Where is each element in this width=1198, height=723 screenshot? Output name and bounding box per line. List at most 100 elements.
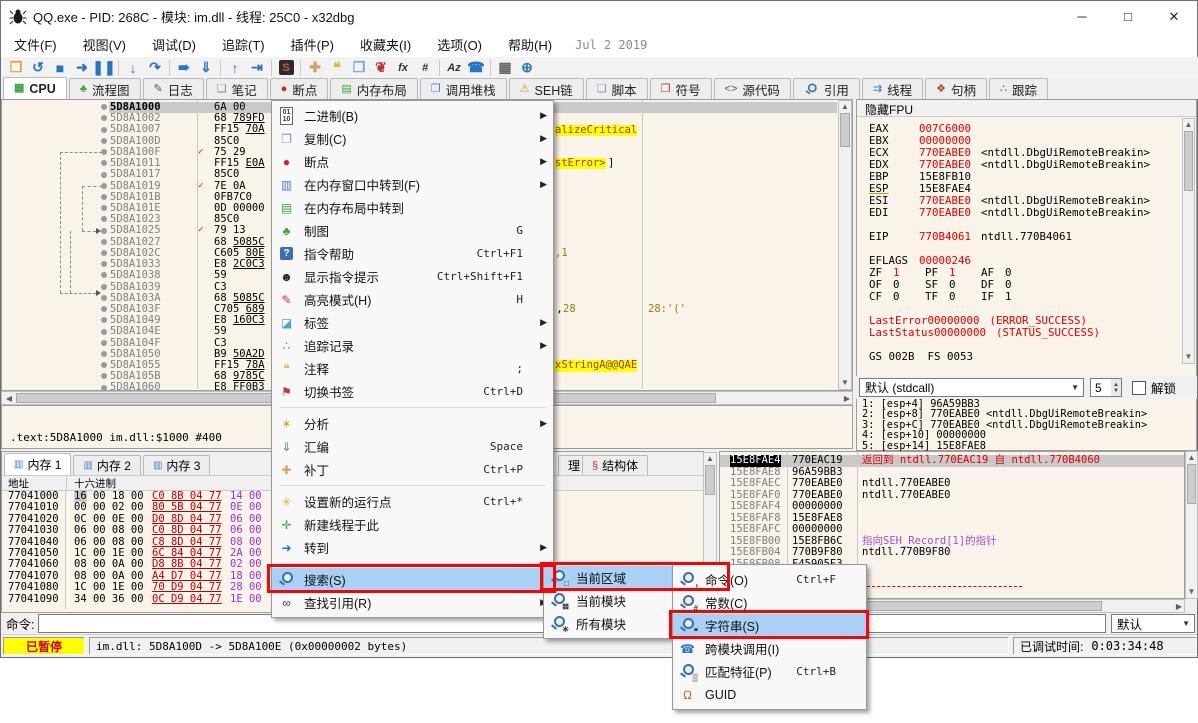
stack-row[interactable]: 15E8FAF0770EABE0ntdll.770EABE0 bbox=[720, 490, 1184, 502]
register-value[interactable]: 00000000 bbox=[934, 327, 996, 339]
execute-till-return-icon[interactable]: ↑ bbox=[224, 59, 246, 77]
step-into-icon[interactable]: ↓ bbox=[122, 59, 144, 77]
register-line[interactable]: EIP770B4061ntdll.770B4061 bbox=[857, 231, 1196, 243]
disasm-vscrollbar[interactable]: ▲ ▼ bbox=[838, 100, 852, 390]
submenu-item-string-references[interactable]: ❝字符串(S) bbox=[673, 614, 866, 637]
menubar-item[interactable]: 文件(F) bbox=[1, 31, 70, 58]
stack-row[interactable]: 15E8FAEC770EABE0ntdll.770EABE0 bbox=[720, 478, 1184, 490]
flag-value[interactable]: 1 bbox=[1005, 291, 1037, 303]
menu-item-highlighting-mode[interactable]: ✎高亮模式(H)H bbox=[272, 288, 553, 311]
tab-references[interactable]: 引用 bbox=[793, 78, 860, 99]
menu-item-show-mnemonic-brief[interactable]: ☻显示指令提示Ctrl+Shift+F1 bbox=[272, 265, 553, 288]
stack-row[interactable]: 15E8FAE896A59BB3 bbox=[720, 467, 1184, 479]
tab-notes[interactable]: ❏笔记 bbox=[206, 78, 268, 99]
run-icon[interactable]: ➜ bbox=[71, 59, 93, 77]
tab-seh[interactable]: ⚠SEH链 bbox=[509, 78, 584, 99]
menubar-item[interactable]: 插件(P) bbox=[278, 31, 347, 58]
flag-value[interactable]: 0 bbox=[949, 291, 981, 303]
restart-icon[interactable]: ↺ bbox=[27, 59, 49, 77]
unlock-checkbox[interactable] bbox=[1132, 381, 1146, 395]
stack-vscrollbar[interactable]: ▲ ▼ bbox=[1185, 451, 1198, 599]
step-over-icon[interactable]: ↷ bbox=[144, 59, 166, 77]
switch-thread-icon[interactable]: ⇥ bbox=[246, 59, 268, 77]
tab-trace[interactable]: ∴跟踪 bbox=[989, 78, 1048, 99]
submenu-item-pattern[interactable]: ▒匹配特征(P)Ctrl+B bbox=[673, 660, 866, 683]
register-line[interactable]: CF0TF0IF1 bbox=[857, 291, 1196, 303]
tab-graph[interactable]: ♣流程图 bbox=[69, 78, 141, 99]
open-file-icon[interactable]: ❒ bbox=[5, 59, 27, 77]
scroll-thumb[interactable] bbox=[1184, 131, 1193, 191]
tab-script[interactable]: ❏脚本 bbox=[586, 78, 648, 99]
scroll-thumb[interactable] bbox=[705, 465, 715, 495]
register-line[interactable]: EDX770EABE0<ntdll.DbgUiRemoteBreakin> bbox=[857, 159, 1196, 171]
menu-item-patch[interactable]: ✚补丁Ctrl+P bbox=[272, 458, 553, 481]
register-line[interactable]: EBP15E8FB10 bbox=[857, 171, 1196, 183]
comment-icon[interactable]: ❝ bbox=[326, 59, 348, 77]
stack-row[interactable]: 15E8FAF815E8FAE8 bbox=[720, 513, 1184, 525]
fx-icon[interactable]: fx bbox=[392, 59, 414, 77]
stack-row[interactable]: 15E8FAE4770EAC19返回到 ntdll.770EAC19 自 ntd… bbox=[720, 455, 1184, 467]
argument-row[interactable]: 5: [esp+14] 15E8FAE8 bbox=[857, 441, 1196, 451]
menubar-item[interactable]: 帮助(H) bbox=[495, 31, 565, 58]
menubar-item[interactable]: 调试(D) bbox=[139, 31, 209, 58]
menu-item-goto-in-memory-window[interactable]: ▥在内存窗口中转到(F)▶ bbox=[272, 173, 553, 196]
flag-value[interactable]: 0 bbox=[893, 291, 925, 303]
menu-item-analysis[interactable]: ✶分析▶ bbox=[272, 412, 553, 435]
scroll-thumb[interactable] bbox=[1187, 464, 1196, 504]
scroll-up-arrow[interactable]: ▲ bbox=[839, 103, 851, 111]
patch-icon[interactable]: ✚ bbox=[304, 59, 326, 77]
register-line[interactable]: OF0SF0DF0 bbox=[857, 279, 1196, 291]
scroll-down-arrow[interactable]: ▼ bbox=[839, 379, 851, 387]
menu-item-new-thread-here[interactable]: ✛新建线程于此 bbox=[272, 513, 553, 536]
stack-row[interactable]: 15E8FAFC00000000 bbox=[720, 524, 1184, 536]
stepper-arrows-icon[interactable]: ▲▼ bbox=[1111, 379, 1121, 396]
menu-item-set-new-origin[interactable]: ✳设置新的运行点Ctrl+* bbox=[272, 490, 553, 513]
tab-cpu[interactable]: ▦CPU bbox=[3, 77, 67, 99]
scroll-right-arrow[interactable]: ▶ bbox=[840, 395, 850, 403]
argument-count-stepper[interactable]: 5 ▲▼ bbox=[1090, 378, 1122, 397]
tab-dump2[interactable]: ▥内存 2 bbox=[73, 455, 140, 475]
menu-item-toggle-bookmark[interactable]: ⚑切换书签Ctrl+D bbox=[272, 380, 553, 403]
register-line[interactable]: LastStatus00000000(STATUS_SUCCESS) bbox=[857, 327, 1196, 339]
tab-symbols[interactable]: ❒符号 bbox=[650, 78, 712, 99]
tab-handles[interactable]: ❖句柄 bbox=[925, 78, 987, 99]
tab-threads[interactable]: ⇉线程 bbox=[862, 78, 923, 99]
tab-dump3[interactable]: ▥内存 3 bbox=[143, 455, 210, 475]
submenu-item-guid[interactable]: ΩGUID bbox=[673, 683, 866, 706]
tab-struct[interactable]: §结构体 bbox=[582, 455, 648, 475]
pause-icon[interactable]: ❚❚ bbox=[93, 59, 115, 77]
menubar-item[interactable]: 收藏夹(I) bbox=[347, 31, 424, 58]
scroll-down-arrow[interactable]: ▼ bbox=[1183, 353, 1194, 361]
tab-log[interactable]: ✎日志 bbox=[143, 78, 204, 99]
menu-item-trace-record[interactable]: ∴追踪记录▶ bbox=[272, 334, 553, 357]
menubar-item[interactable]: 选项(O) bbox=[424, 31, 495, 58]
submenu-item-command[interactable]: ›命令(O)Ctrl+F bbox=[673, 568, 866, 591]
register-value[interactable]: 770EABE0 bbox=[919, 207, 981, 219]
tab-source[interactable]: <>源代码 bbox=[714, 78, 791, 99]
calculator-icon[interactable]: ▦ bbox=[494, 59, 516, 77]
internet-icon[interactable]: ⊕ bbox=[516, 59, 538, 77]
hash-icon[interactable]: # bbox=[414, 59, 436, 77]
scroll-up-arrow[interactable]: ▲ bbox=[1183, 121, 1194, 129]
argument-row[interactable]: 4: [esp+10] 00000000 bbox=[857, 430, 1196, 440]
register-line[interactable]: GS 002B FS 0053 bbox=[857, 351, 1196, 363]
help-phone-icon[interactable]: ☎ bbox=[465, 59, 487, 77]
tab-call-stack[interactable]: ❒调用堆栈 bbox=[420, 78, 507, 99]
menu-item-copy[interactable]: ❐复制(C)▶ bbox=[272, 127, 553, 150]
stack-row[interactable]: 15E8FB0015E8FB6C指向SEH_Record[1]的指针 bbox=[720, 536, 1184, 548]
register-line[interactable]: ZF1PF1AF0 bbox=[857, 267, 1196, 279]
favourites-icon[interactable]: ❐ bbox=[348, 59, 370, 77]
maximize-button[interactable]: □ bbox=[1105, 1, 1151, 32]
arguments-pane[interactable]: 1: [esp+4] 96A59BB32: [esp+8] 770EABE0 <… bbox=[856, 399, 1197, 451]
menu-item-label[interactable]: ◪标签▶ bbox=[272, 311, 553, 334]
close-button[interactable]: ✕ bbox=[1151, 1, 1197, 32]
tab-dump1[interactable]: ▥内存 1 bbox=[4, 453, 71, 475]
registers-vscrollbar[interactable]: ▲ ▼ bbox=[1182, 118, 1195, 364]
stack-row[interactable]: 15E8FB04770B9F80ntdll.770B9F80 bbox=[720, 547, 1184, 559]
bookmark-icon[interactable]: ❦ bbox=[370, 59, 392, 77]
scroll-left-arrow[interactable]: ◀ bbox=[4, 395, 14, 403]
hide-fpu-button[interactable]: 隐藏FPU bbox=[857, 100, 1196, 117]
menu-item-breakpoint[interactable]: ●断点▶ bbox=[272, 150, 553, 173]
command-scope-select[interactable]: 默认 ▼ bbox=[1111, 614, 1195, 633]
tab-breakpoints[interactable]: ●断点 bbox=[270, 78, 329, 99]
